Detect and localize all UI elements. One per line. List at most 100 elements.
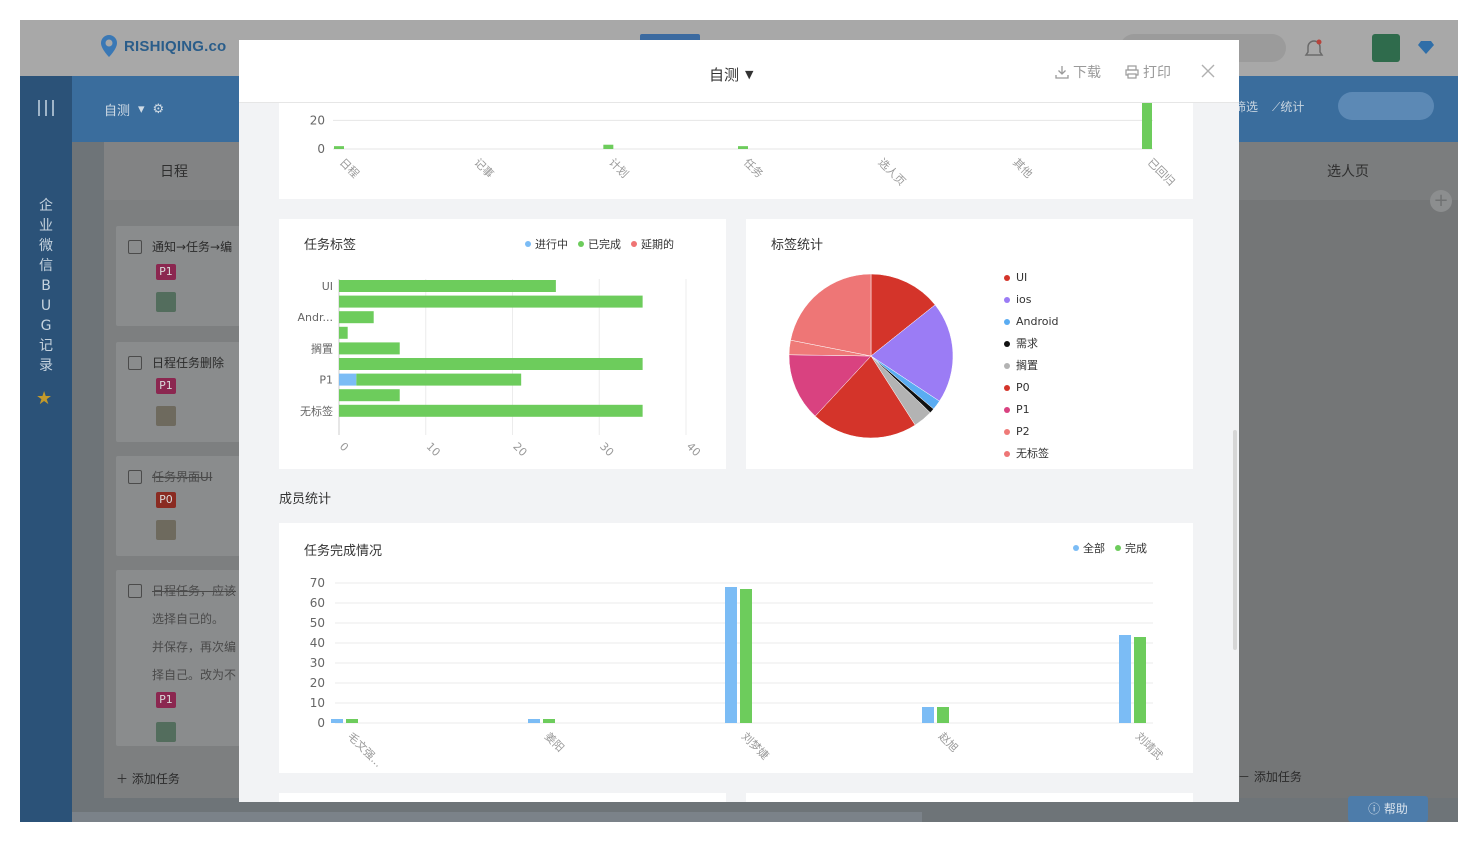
pie-legend-item[interactable]: 无标签 [1004, 443, 1059, 465]
help-button[interactable]: ⓘ 帮助 [1348, 796, 1428, 822]
pie-legend-item[interactable]: UI [1004, 267, 1059, 289]
legend-dot [1004, 385, 1010, 391]
x-tick-label: 刘靖武 [1133, 730, 1166, 763]
x-tick-label: 毛文强... [345, 729, 386, 770]
pie-legend-item[interactable]: Android [1004, 311, 1059, 333]
task-desc-line: 择自己。改为不 [152, 668, 236, 682]
legend-label: 无标签 [1016, 447, 1049, 460]
bar [331, 719, 343, 723]
next-panel-right [746, 793, 1193, 802]
bar [346, 719, 358, 723]
legend-dot [1004, 407, 1010, 413]
print-label: 打印 [1143, 65, 1171, 81]
y-tick-label: Andr... [298, 311, 333, 324]
legend-label: 需求 [1016, 337, 1038, 350]
bar [1142, 99, 1152, 149]
x-tick-label: 计划 [606, 156, 631, 181]
star-icon[interactable]: ★ [36, 388, 52, 409]
y-tick-label: 50 [310, 616, 325, 630]
modal-scrollbar[interactable] [1233, 430, 1237, 650]
question-icon: ⓘ [1368, 802, 1384, 816]
menu-icon[interactable] [36, 100, 56, 116]
x-tick-label: 10 [424, 440, 443, 459]
y-tick-label: UI [322, 280, 333, 293]
task-card[interactable]: 日程任务删除 P1 [116, 342, 240, 442]
tag-stats-panel: 标签统计 UI ios Android 需求 搁置 P0 P1 P2 无标签 [746, 219, 1193, 469]
brand-name: RISHIQING.co [124, 37, 227, 55]
close-icon[interactable] [1201, 64, 1215, 78]
pie-legend-item[interactable]: P0 [1004, 377, 1059, 399]
bar [339, 404, 643, 417]
plus-icon: － [1238, 770, 1254, 784]
task-card[interactable]: 通知→任务→编 P1 [116, 226, 240, 326]
x-tick-label: 记事 [472, 156, 497, 181]
column-right-header[interactable]: 选人页 [1238, 142, 1458, 200]
y-tick-label: 20 [310, 676, 325, 690]
y-tick-label: 0 [317, 142, 325, 156]
y-tick-label: 无标签 [300, 404, 333, 418]
task-card[interactable]: 日程任务，应该 选择自己的。 并保存，再次编 择自己。改为不 P1 [116, 570, 240, 746]
side-char: 微 [39, 238, 53, 254]
task-checkbox-checked[interactable] [128, 584, 142, 598]
x-tick-label: 已回归 [1145, 155, 1178, 188]
diamond-icon[interactable] [1418, 40, 1434, 54]
column-left-header[interactable]: 日程 [104, 142, 244, 200]
modal-title-dropdown[interactable]: 自测 ▼ [709, 64, 753, 85]
settings-icon[interactable]: ⚙ [153, 102, 165, 117]
bar [339, 311, 374, 324]
download-button[interactable]: 下载 [1055, 62, 1101, 82]
tag-pie-chart [788, 273, 954, 439]
logo-pin-icon [101, 35, 117, 57]
project-name-vertical[interactable]: 企 业 微 信 B U G 记 录 [34, 196, 58, 376]
task-checkbox[interactable] [128, 240, 142, 254]
print-button[interactable]: 打印 [1125, 62, 1171, 82]
y-tick-label: 搁置 [311, 341, 333, 355]
bar [339, 373, 357, 386]
logo[interactable]: RISHIQING.co [100, 34, 226, 58]
task-checkbox-checked[interactable] [128, 470, 142, 484]
view-toggle[interactable] [1338, 92, 1434, 120]
legend-dot [1004, 429, 1010, 435]
task-card[interactable]: 任务界面UI P0 [116, 456, 240, 556]
y-tick-label: 10 [310, 696, 325, 710]
member-stats-heading: 成员统计 [279, 492, 332, 507]
horizontal-scrollbar[interactable] [72, 812, 922, 822]
project-selector[interactable]: 自测 ▾ ⚙ [104, 100, 164, 119]
x-tick-label: 任务 [741, 156, 766, 181]
bar [603, 144, 614, 149]
x-tick-label: 刘梦婕 [739, 729, 772, 762]
bar [339, 280, 556, 292]
task-checkbox[interactable] [128, 356, 142, 370]
legend-label: P0 [1016, 381, 1030, 394]
side-char: 录 [39, 358, 53, 374]
legend-dot [1004, 451, 1010, 457]
priority-tag: P0 [156, 492, 176, 508]
bar [339, 389, 400, 402]
pie-legend-item[interactable]: 搁置 [1004, 355, 1059, 377]
pie-legend-item[interactable]: 需求 [1004, 333, 1059, 355]
completion-panel: 任务完成情况 全部 完成 0 10 20 30 40 50 60 70 毛文强... 姜阳 刘梦婕赵… [279, 523, 1193, 773]
add-column-icon[interactable]: + [1430, 190, 1452, 212]
add-task-button[interactable]: ＋ 添加任务 [116, 770, 180, 787]
pie-legend-item[interactable]: P2 [1004, 421, 1059, 443]
caret-down-icon: ▾ [138, 102, 145, 117]
stats-button[interactable]: ⟋统计 [1272, 98, 1304, 115]
bell-icon[interactable] [1304, 38, 1324, 60]
x-tick-label: 20 [510, 440, 529, 459]
next-panel-left [279, 793, 726, 802]
column-right [1238, 142, 1458, 798]
legend-label: Android [1016, 315, 1059, 328]
x-tick-label: 40 [684, 440, 703, 459]
view-actions: 筛选 ⟋统计 [1234, 98, 1304, 115]
stats-label: 统计 [1280, 100, 1305, 114]
download-label: 下载 [1073, 65, 1101, 81]
user-avatar[interactable] [1372, 34, 1400, 62]
pie-legend: UI ios Android 需求搁置 P0 P1 P2 无标签 [1004, 267, 1059, 465]
side-char: U [40, 298, 52, 314]
pie-legend-item[interactable]: P1 [1004, 399, 1059, 421]
bar [738, 146, 748, 149]
pie-legend-item[interactable]: ios [1004, 289, 1059, 311]
legend-label: P2 [1016, 425, 1030, 438]
modal-actions: 下载 打印 [1055, 62, 1171, 82]
add-task-button[interactable]: － 添加任务 [1238, 768, 1302, 785]
